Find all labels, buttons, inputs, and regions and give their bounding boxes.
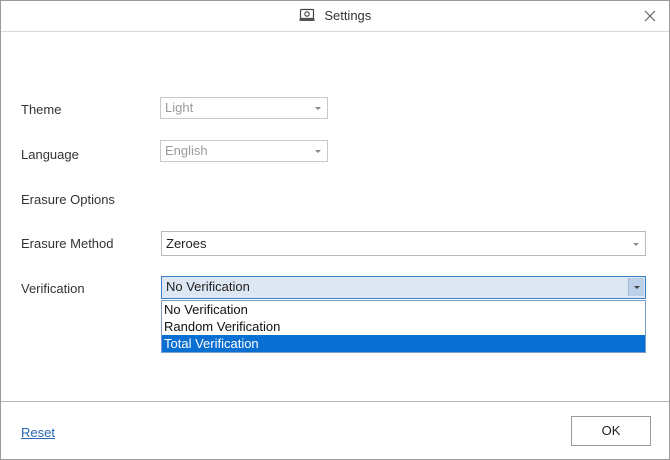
chevron-down-icon xyxy=(315,107,321,110)
erasure-method-value: Zeroes xyxy=(166,236,207,251)
erasure-method-combobox[interactable]: Zeroes xyxy=(161,231,646,256)
dropdown-option-random-verification[interactable]: Random Verification xyxy=(162,318,645,335)
verification-label: Verification xyxy=(21,281,85,296)
verification-combobox[interactable]: No Verification xyxy=(161,276,646,299)
language-value: English xyxy=(165,143,208,158)
chevron-down-icon xyxy=(634,286,640,289)
dropdown-option-no-verification[interactable]: No Verification xyxy=(162,301,645,318)
erasure-options-heading: Erasure Options xyxy=(21,192,115,207)
close-icon[interactable] xyxy=(641,7,659,25)
dropdown-option-total-verification[interactable]: Total Verification xyxy=(162,335,645,352)
verification-dropdown-list: No Verification Random Verification Tota… xyxy=(161,300,646,353)
theme-label: Theme xyxy=(21,102,62,117)
verification-value: No Verification xyxy=(166,279,250,294)
settings-window: Settings Theme Light Language English Er… xyxy=(0,0,670,460)
chevron-down-icon xyxy=(315,150,321,153)
dropdown-button[interactable] xyxy=(628,278,644,296)
window-title: Settings xyxy=(324,8,372,23)
chevron-down-icon xyxy=(633,243,639,246)
language-label: Language xyxy=(21,147,79,162)
title-bar: Settings xyxy=(1,1,669,32)
erasure-method-label: Erasure Method xyxy=(21,236,114,251)
title-wrap: Settings xyxy=(1,8,669,23)
language-combobox: English xyxy=(160,140,328,162)
theme-value: Light xyxy=(165,100,194,115)
ok-button[interactable]: OK xyxy=(571,416,651,446)
footer-divider xyxy=(1,401,669,402)
theme-combobox: Light xyxy=(160,97,328,119)
reset-link[interactable]: Reset xyxy=(21,425,55,440)
settings-app-icon xyxy=(299,8,315,22)
